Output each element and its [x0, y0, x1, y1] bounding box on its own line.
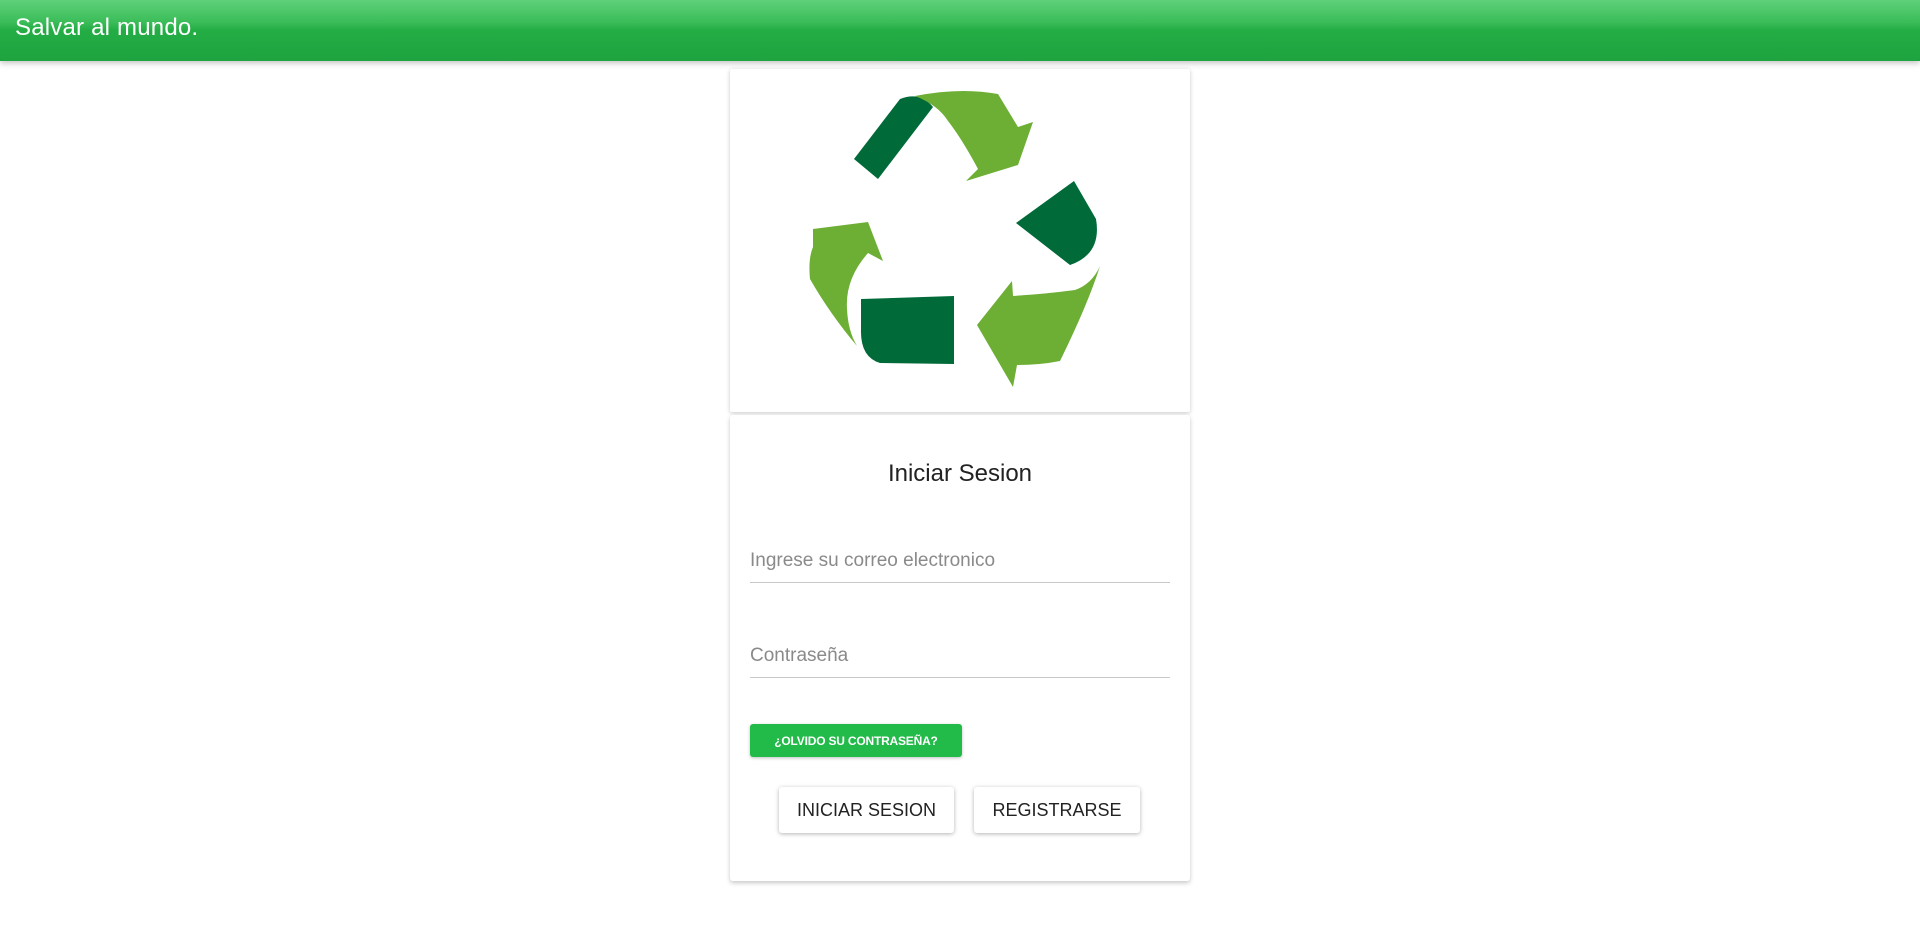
recycle-right-arrow [977, 266, 1100, 387]
logo-card [730, 69, 1190, 412]
email-input[interactable] [750, 540, 1170, 583]
recycle-top-arrow [915, 90, 1033, 181]
login-button[interactable]: INICIAR SESION [779, 787, 954, 833]
password-input[interactable] [750, 635, 1170, 678]
recycle-left-tail [860, 296, 954, 364]
forgot-password-button[interactable]: ¿OLVIDO SU CONTRASEÑA? [750, 724, 962, 757]
recycle-top-tail [854, 96, 933, 179]
recycle-right-tail [1016, 181, 1097, 265]
login-card: Iniciar Sesion ¿OLVIDO SU CONTRASEÑA? IN… [730, 415, 1190, 881]
app-header: Salvar al mundo. [0, 0, 1920, 61]
register-button[interactable]: REGISTRARSE [974, 787, 1140, 833]
recycle-icon [809, 90, 1100, 387]
app-title: Salvar al mundo. [15, 14, 199, 41]
login-title: Iniciar Sesion [887, 460, 1033, 487]
